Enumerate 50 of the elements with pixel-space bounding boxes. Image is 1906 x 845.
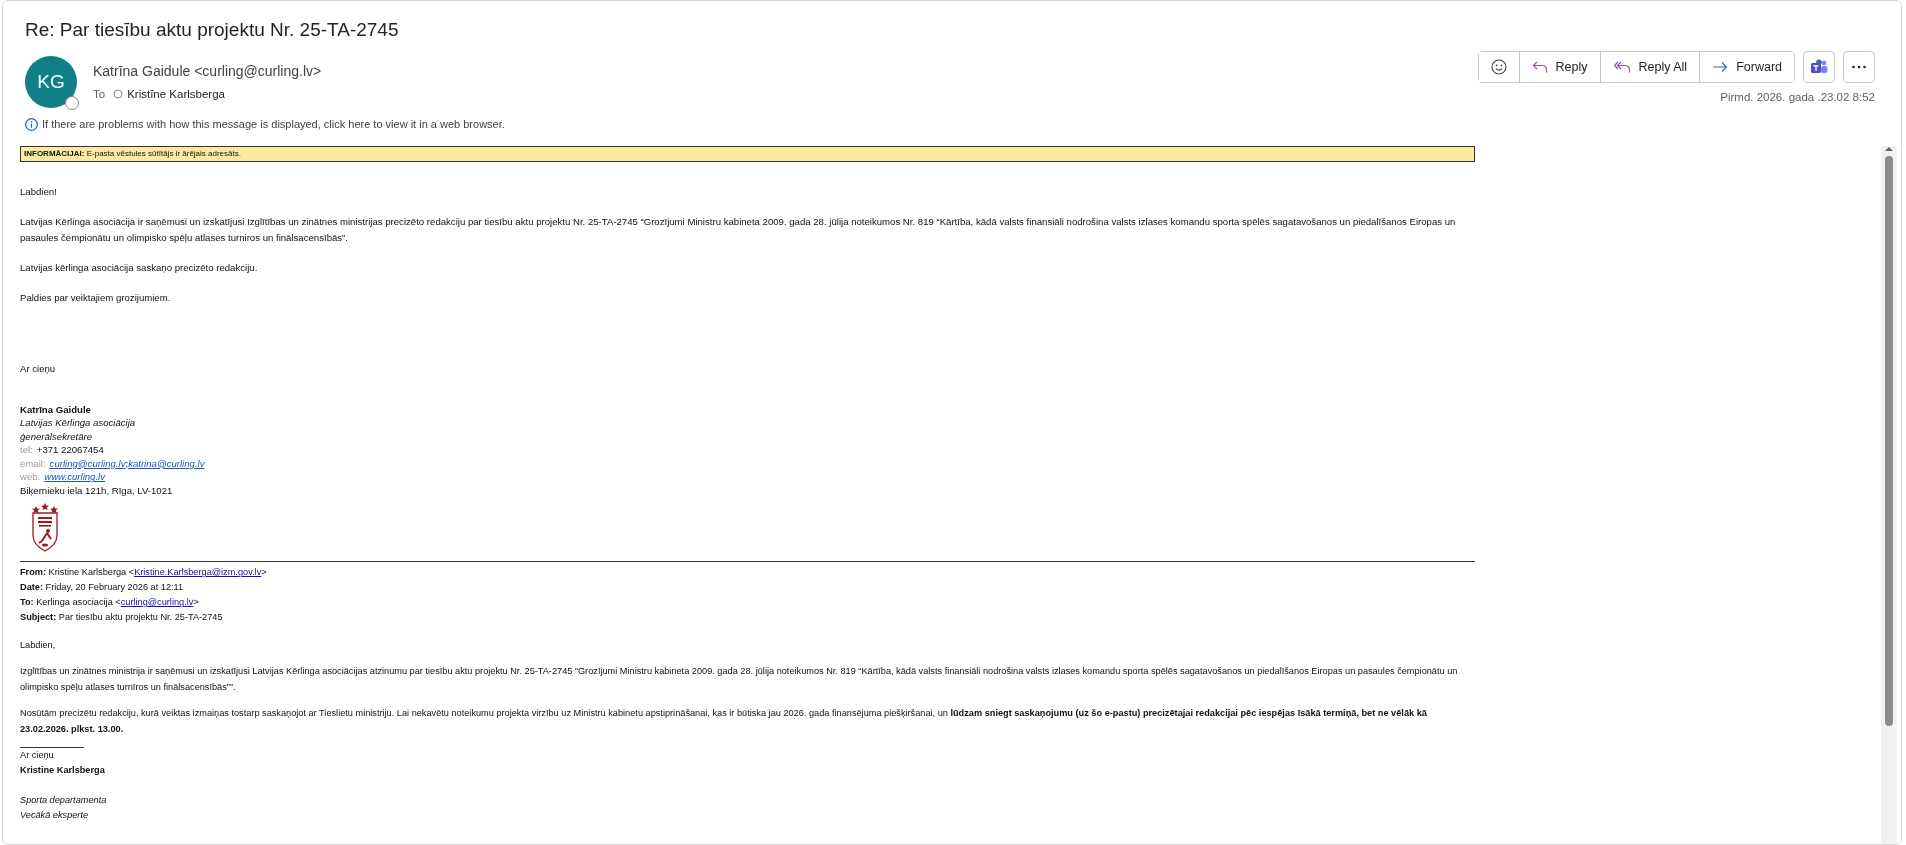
body-paragraph: Nosūtām precizētu redakciju, kurā veiktas izmaiņas tostarp saskaņojot ar Tieslietu ministriju. Lai nekavētu noteikumu projekta virzību uz Ministru kabinetu apstiprināšanai, kas ir būtiska jau 2026. gada finansējuma piešķiršanai, un lūdzam sniegt saskaņojumu (uz šo e-pastu) precizētajai redakcijai pēc iespējas īsākā termiņā, bet ne vēlāk kā 23.02.2026. plkst. 13.00. [20,707,1428,737]
body-paragraph: Paldies par veiktajiem grozijumiem. [20,291,172,306]
contact-link[interactable]: www.curling.lv [44,470,106,484]
sender-avatar: KG [25,55,77,108]
contact-label: tel: [20,443,33,457]
external-sender-banner: INFORMĀCIJAI: E-pasta vēstules sūtītājs ir ārējais adresāts. [20,146,1475,163]
closing-text: Ar cieņu [20,362,57,376]
body-paragraph: Izglītības un zinātnes ministrija ir saņēmusi un izskatījusi Latvijas Kērlinga asociācijas atzinumu par tiesību aktu projektu Nr. 25-TA-2745 “Grozījumi Ministru kabineta 2009. gada 28. jūlija noteikumos Nr. 819 “Kārtība, kādā valsts finansiāli nodrošina valsts izlases komandu sporta spēlēs sagatavošanos un piedalīšanos Eiropas un pasaules čempionātu un olimpisko spēļu atlases turnīros un finālsacensībās””. [20,665,1459,695]
email-link[interactable]: Kristine.Karlsberga@izm.gov.lv [134,567,262,578]
signature-line: Sporta departamenta [20,794,108,808]
contact-link[interactable]: katrina@curling.lv [128,456,205,471]
email-subject: Re: Par tiesību aktu projektu Nr. 25-TA-2745 [25,19,400,42]
more-icon [1851,65,1867,69]
forward-header-line: To: Kerlinga asociacija <curling@curling.lv> [20,596,200,610]
forward-header-line: From: Kristine Karlsberga <Kristine.Karlsberga@izm.gov.lv> [20,566,268,580]
info-icon [25,117,38,131]
forward-header-line: Subject: Par tiesību aktu projektu Nr. 25-TA-2745 [20,611,224,625]
reply-all-icon [1612,60,1631,74]
emoji-button[interactable] [1478,52,1520,82]
contact-text: +371 22067454 [36,443,104,457]
signature-line: Vecākā eksperte [20,809,90,823]
message-date: Pirmd. 2026. gada .23.02 8:52 [1720,90,1875,105]
to-label: To [93,86,106,102]
signature-address: Biķernieku iela 121h, Rīga, LV-1021 [20,483,174,498]
contact-link[interactable]: curling@curling.lv [49,456,126,471]
body-paragraph: Labdien! [20,185,58,200]
body-paragraph: Latvijas kērlinga asociācija saskaņo precizēto redakciju. [20,261,259,276]
signature-role: ģenerālsekretāre [20,429,93,444]
teams-button[interactable] [1803,51,1835,83]
forward-icon [1712,61,1729,73]
scroll-up-icon [1885,146,1893,153]
signature-name: Katrīna Gaidule [20,402,92,417]
signature-name: Kristine Karlsberga [20,764,106,778]
recipient-name[interactable]: Kristīne Karlsberga [127,85,225,103]
body-paragraph: Labdien, [20,639,57,653]
browser-view-notice[interactable]: If there are problems with how this message is displayed, click here to view it in a web browser. [42,115,505,133]
closing-text: Ar cieņu [20,749,55,763]
body-paragraph: Latvijas Kērlinga asociācija ir saņēmusi un izskatījusi Izglītības un zinātnes ministrijas precizēto redakciju par tiesību aktu projektu Nr. 25-TA-2745 “Grozījumi Ministru kabineta 2009. gada 28. jūlija noteikumos Nr. 819 “Kārtība, kādā valsts finansiāli nodrošina valsts izlases komandu sporta spēlēs sagatavošanos un piedalīšanos Eiropas un pasaules čempionātu un olimpisko spēļu atlases turniros un finālsacensībās”. [20,215,1457,246]
signature-organization: Latvijas Kērlinga asociācija [20,416,137,430]
emoji-icon [1490,59,1507,75]
shield-logo [30,503,60,554]
contact-label: email: [20,456,46,471]
presence-icon [113,89,124,100]
reply-icon [1531,60,1548,74]
forward-header-line: Date: Friday, 20 February 2026 at 12:11 [20,581,185,595]
contact-label: web: [20,470,41,484]
email-link[interactable]: curling@curling.lv [120,597,194,608]
contact-text: ; [125,456,129,471]
sender-name[interactable]: Katrīna Gaidule <curling@curling.lv> [93,60,322,82]
app-icon [1810,59,1828,75]
